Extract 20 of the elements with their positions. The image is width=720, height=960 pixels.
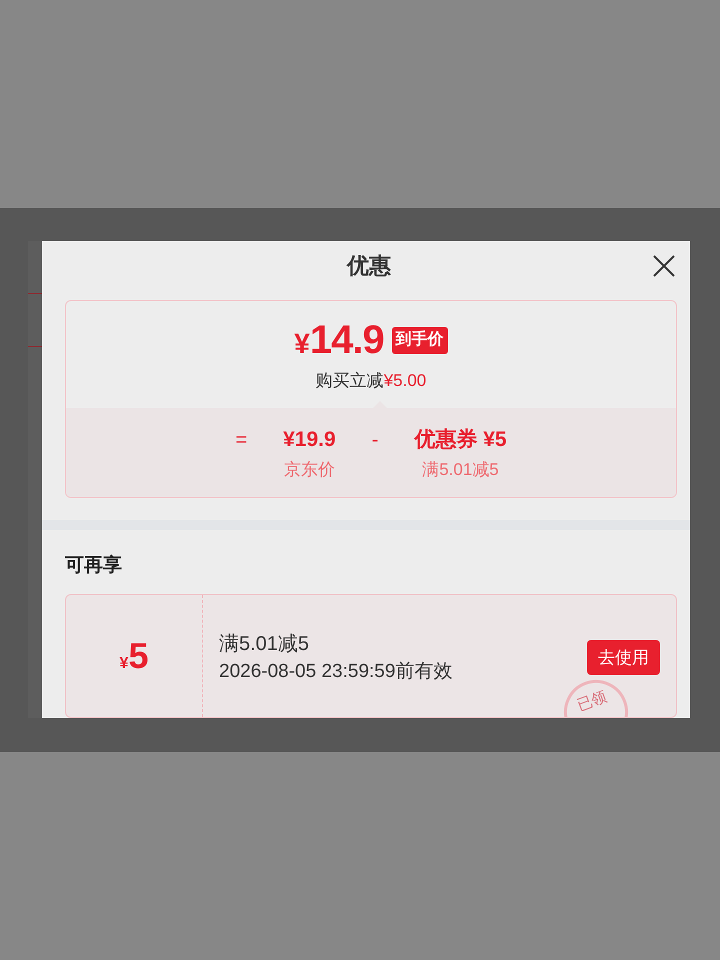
section-title: 可再享 <box>65 554 122 578</box>
saving-amount: ¥5.00 <box>384 372 426 389</box>
coupon-condition: 满5.01减5 <box>219 632 310 656</box>
operator-sign: = <box>235 428 248 452</box>
operator-sign: - <box>372 428 378 452</box>
breakdown-label: 京东价 <box>284 460 335 480</box>
breakdown-value: ¥19.9 <box>283 428 336 452</box>
final-price: 14.9 <box>310 320 384 360</box>
use-coupon-button[interactable]: 去使用 <box>587 640 660 674</box>
coupon-amount: 5 <box>128 638 148 674</box>
dialog-title: 优惠 <box>347 255 391 277</box>
close-icon <box>653 255 675 277</box>
coupon-currency: ¥ <box>120 656 128 672</box>
currency-symbol: ¥ <box>294 330 310 358</box>
price-tag: 到手价 <box>392 326 448 354</box>
saving-label: 购买立减 <box>316 372 384 389</box>
coupon-validity: 2026-08-05 23:59:59前有效 <box>219 660 452 682</box>
close-button[interactable] <box>653 255 675 277</box>
breakdown-label: 满5.01减5 <box>422 460 499 480</box>
breakdown-value: 优惠券 ¥5 <box>414 428 507 452</box>
